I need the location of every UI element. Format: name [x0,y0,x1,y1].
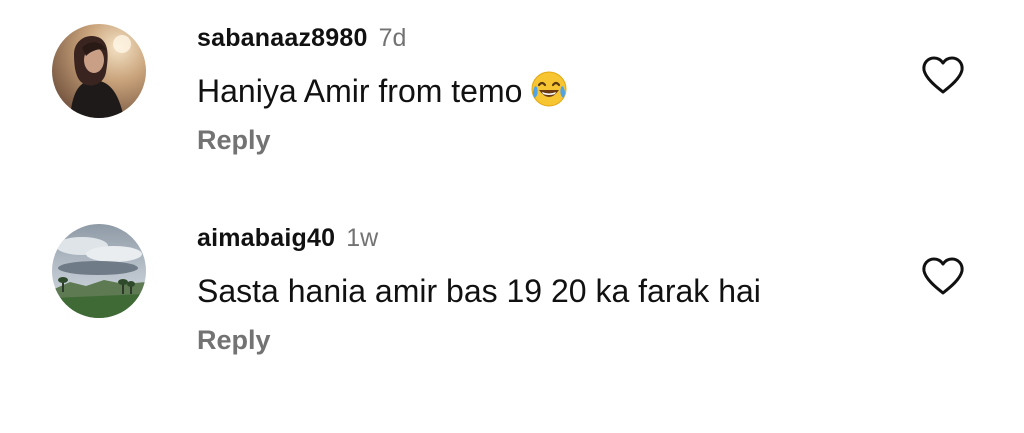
avatar[interactable] [52,24,146,118]
avatar[interactable] [52,224,146,318]
avatar-image [52,224,146,318]
like-button[interactable] [920,255,966,297]
like-button[interactable] [920,54,966,96]
timestamp: 1w [346,224,379,252]
username[interactable]: sabanaaz8980 [197,24,368,53]
comment-body: sabanaaz8980 7d Haniya Amir from temo Re… [197,24,904,156]
reply-button[interactable]: Reply [197,325,271,356]
comment-text: Sasta hania amir bas 19 20 ka farak hai [197,273,761,309]
comment-text-content: Haniya Amir from temo [197,73,523,109]
comment-meta: aimabaig40 1w [197,224,904,260]
heart-outline-icon [922,257,964,295]
comment-list: sabanaaz8980 7d Haniya Amir from temo Re… [0,0,1024,433]
username[interactable]: aimabaig40 [197,224,335,253]
reply-button[interactable]: Reply [197,125,271,156]
comment-text: Haniya Amir from temo [197,70,797,113]
face-with-tears-of-joy-icon [530,70,568,108]
timestamp: 7d [378,24,407,52]
avatar-image [52,24,146,118]
heart-outline-icon [922,56,964,94]
comment-item: aimabaig40 1w Sasta hania amir bas 19 20… [0,200,1024,433]
comment-item: sabanaaz8980 7d Haniya Amir from temo Re… [0,0,1024,200]
comment-body: aimabaig40 1w Sasta hania amir bas 19 20… [197,224,904,356]
comment-meta: sabanaaz8980 7d [197,24,904,60]
